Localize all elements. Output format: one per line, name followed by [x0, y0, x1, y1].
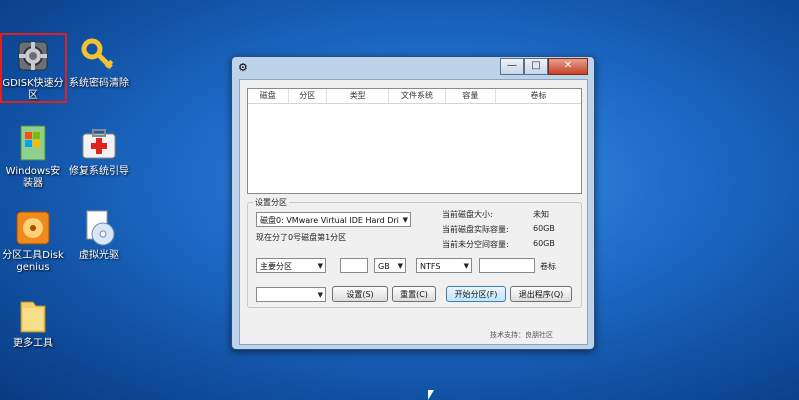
col-disk[interactable]: 磁盘 [248, 89, 289, 103]
mouse-cursor-icon [428, 390, 434, 400]
key-icon [79, 36, 119, 76]
chevron-down-icon: ▼ [317, 291, 323, 299]
gdisk-gear-icon [13, 36, 53, 76]
list-header: 磁盘 分区 类型 文件系统 容量 卷标 [248, 89, 581, 104]
reset-button[interactable]: 重置(C) [392, 286, 436, 302]
stat-label-free: 当前未分空间容量: [442, 240, 509, 249]
desktop-icon-label: 系统密码清除 [69, 78, 129, 89]
stat-label-actual: 当前磁盘实际容量: [442, 225, 509, 234]
minimize-button[interactable]: — [500, 58, 524, 75]
desktop-icon-diskgenius[interactable]: 分区工具Diskgenius [2, 208, 64, 274]
exit-button[interactable]: 退出程序(Q) [510, 286, 572, 302]
desktop-icon-label: GDISK快速分区 [2, 78, 64, 101]
diskgenius-icon [13, 208, 53, 248]
desktop-icon-more-tools[interactable]: 更多工具 [2, 296, 64, 350]
desktop-icon-virtual-drive[interactable]: 虚拟光驱 [68, 208, 130, 262]
start-partition-button[interactable]: 开始分区(F) [446, 286, 506, 302]
stat-value-size: 未知 [533, 210, 549, 219]
app-icon: ⚙ [238, 61, 248, 74]
size-unit-select[interactable]: GB ▼ [374, 258, 406, 273]
col-partition[interactable]: 分区 [289, 89, 328, 103]
settings-group: 设置分区 磁盘0: VMware Virtual IDE Hard Dri ▼ … [247, 197, 582, 308]
filesystem-value: NTFS [420, 262, 441, 271]
filesystem-select[interactable]: NTFS ▼ [416, 258, 472, 273]
size-unit-value: GB [378, 262, 390, 271]
volume-label-text: 卷标 [540, 262, 556, 271]
partition-list[interactable]: 磁盘 分区 类型 文件系统 容量 卷标 [247, 88, 582, 194]
partition-type-value: 主要分区 [260, 262, 292, 271]
close-button[interactable]: ✕ [548, 58, 588, 75]
windows-installer-icon [13, 124, 53, 164]
set-button[interactable]: 设置(S) [332, 286, 388, 302]
desktop-icon-gdisk[interactable]: GDISK快速分区 [2, 36, 64, 102]
chevron-down-icon: ▼ [317, 262, 323, 270]
col-type[interactable]: 类型 [327, 89, 390, 103]
col-capacity[interactable]: 容量 [446, 89, 497, 103]
first-aid-kit-icon [79, 124, 119, 164]
partition-type-select[interactable]: 主要分区 ▼ [256, 258, 326, 273]
folder-icon [13, 296, 53, 336]
chevron-down-icon: ▼ [397, 262, 403, 270]
stat-value-actual: 60GB [533, 224, 555, 233]
disk-select[interactable]: 磁盘0: VMware Virtual IDE Hard Dri ▼ [256, 212, 411, 227]
chevron-down-icon: ▼ [463, 262, 469, 270]
desktop-icon-label: 分区工具Diskgenius [2, 250, 64, 273]
gdisk-window[interactable]: ⚙ — □ ✕ 磁盘 分区 类型 文件系统 容量 卷标 设置分区 磁盘0: VM… [231, 56, 595, 350]
stat-value-free: 60GB [533, 239, 555, 248]
desktop-icon-label: Windows安装器 [5, 166, 61, 189]
current-info: 现在分了0号磁盘第1分区 [256, 233, 347, 242]
maximize-button[interactable]: □ [524, 58, 548, 75]
volume-label-input[interactable] [479, 258, 535, 273]
title-bar[interactable]: ⚙ — □ ✕ [232, 57, 594, 77]
desktop-icon-label: 修复系统引导 [69, 166, 129, 177]
desktop-icon-password-clear[interactable]: 系统密码清除 [68, 36, 130, 90]
support-footer: 技术支持：良朋社区 [490, 331, 553, 339]
group-title: 设置分区 [253, 197, 289, 208]
col-filesystem[interactable]: 文件系统 [389, 89, 446, 103]
stat-label-size: 当前磁盘大小: [442, 210, 493, 219]
desktop-icon-boot-repair[interactable]: 修复系统引导 [68, 124, 130, 178]
col-label[interactable]: 卷标 [496, 89, 581, 103]
chevron-down-icon: ▼ [402, 216, 408, 224]
desktop-icon-windows-installer[interactable]: Windows安装器 [2, 124, 64, 190]
drive-letter-select[interactable]: ▼ [256, 287, 326, 302]
cd-disc-icon [79, 208, 119, 248]
window-client: 磁盘 分区 类型 文件系统 容量 卷标 设置分区 磁盘0: VMware Vir… [239, 79, 588, 345]
size-input[interactable] [340, 258, 368, 273]
desktop-icon-label: 更多工具 [13, 338, 53, 349]
desktop-icon-label: 虚拟光驱 [79, 250, 119, 261]
disk-select-value: 磁盘0: VMware Virtual IDE Hard Dri [260, 216, 399, 225]
